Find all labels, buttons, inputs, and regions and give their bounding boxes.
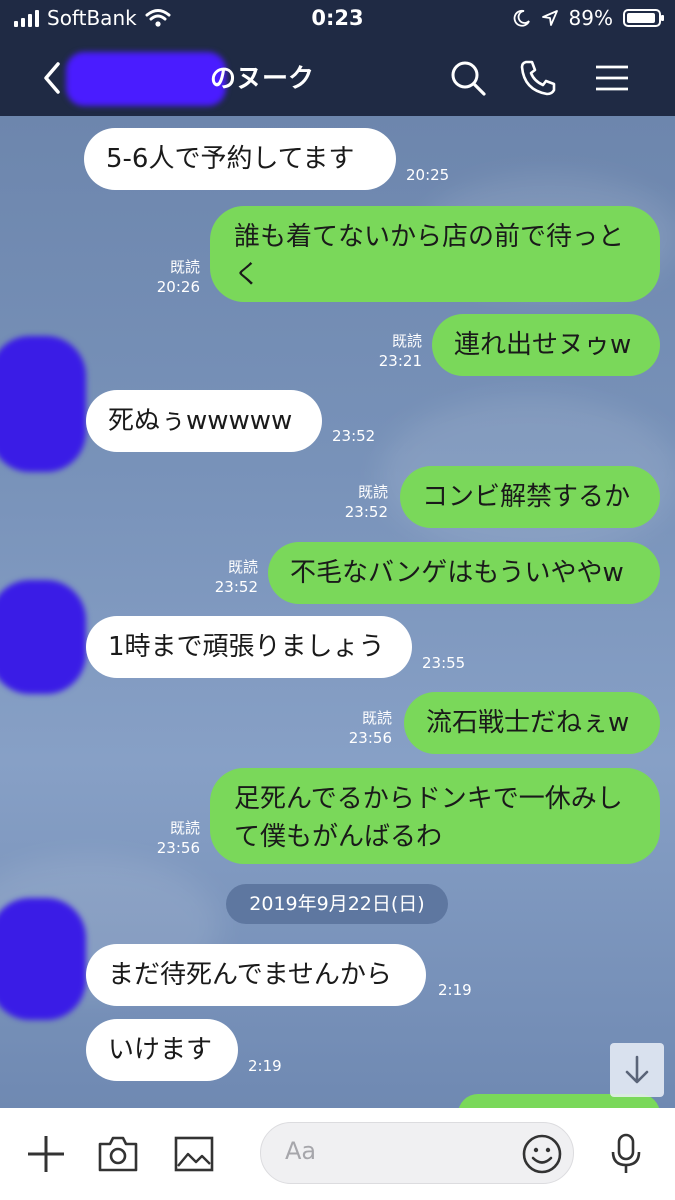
message-text: 流石戦士だねぇw xyxy=(426,708,630,738)
message-text: コンビ解禁するか xyxy=(422,482,631,512)
message-time: 23:56 xyxy=(348,729,392,747)
chat-area[interactable]: 5-6人で予約してます 20:25 既読 20:26 誰も着てないから店の前で待… xyxy=(0,116,675,1108)
location-icon xyxy=(541,10,558,26)
read-receipt: 既読 xyxy=(169,819,200,837)
message-time: 20:25 xyxy=(406,166,450,184)
read-receipt: 既読 xyxy=(169,258,200,276)
message-text: 5-6人で予約してます xyxy=(106,144,355,174)
menu-icon[interactable] xyxy=(590,56,634,100)
scroll-down-button[interactable] xyxy=(610,1043,664,1097)
message-time: 20:26 xyxy=(156,278,200,296)
message-time: 23:21 xyxy=(378,352,422,370)
message-bubble[interactable]: 死ぬぅwwwww xyxy=(86,390,322,452)
message-text: 死ぬぅwwwww xyxy=(108,406,293,436)
battery-icon xyxy=(623,9,664,27)
message-bubble[interactable]: 1時まで頑張りましょう xyxy=(86,616,412,678)
message-bubble[interactable]: 不毛なバンゲはもういややw xyxy=(268,542,660,604)
status-bar: SoftBank 0:23 89% xyxy=(0,0,675,40)
message-bubble[interactable]: いけます xyxy=(86,1019,238,1081)
chat-header: のヌーク xyxy=(0,40,675,116)
message-text: 足死んでるからドンキで一休みして僕もがんばるわ xyxy=(234,784,623,852)
battery-percent: 89% xyxy=(568,6,613,30)
message-bubble[interactable]: 連れ出せヌゥw xyxy=(432,314,660,376)
read-receipt: 既読 xyxy=(357,483,388,501)
message-time: 23:56 xyxy=(156,839,200,857)
mic-icon[interactable] xyxy=(604,1132,648,1176)
message-text: 連れ出せヌゥw xyxy=(454,330,632,360)
message-time: 23:52 xyxy=(332,427,376,445)
message-text: まだ待死んでませんから xyxy=(108,960,392,990)
message-text: いけます xyxy=(108,1035,213,1065)
message-text: 1時まで頑張りましょう xyxy=(108,632,385,662)
search-icon[interactable] xyxy=(446,56,490,100)
message-text: 誰も着てないから店の前で待っとく xyxy=(234,222,625,290)
message-time: 23:55 xyxy=(422,654,466,672)
composer-bar: Aa xyxy=(0,1108,675,1200)
avatar[interactable] xyxy=(0,336,86,472)
date-separator: 2019年9月22日(日) xyxy=(226,884,448,924)
moon-icon xyxy=(513,9,530,27)
message-bubble[interactable]: 5-6人で予約してます xyxy=(84,128,396,190)
redacted-name xyxy=(66,52,226,106)
message-bubble[interactable]: 足死んでるからドンキで一休みして僕もがんばるわ xyxy=(210,768,660,864)
scroll-down-icon xyxy=(625,1055,649,1084)
message-time: 23:52 xyxy=(214,578,258,596)
message-bubble[interactable]: 誰も着てないから店の前で待っとく xyxy=(210,206,660,302)
message-bubble[interactable]: まだ待死んでませんから xyxy=(86,944,426,1006)
message-time: 2:19 xyxy=(248,1057,282,1075)
plus-icon[interactable] xyxy=(24,1132,68,1176)
message-bubble[interactable]: コンビ解禁するか xyxy=(400,466,660,528)
message-input-placeholder: Aa xyxy=(285,1137,317,1165)
message-time: 23:52 xyxy=(344,503,388,521)
read-receipt: 既読 xyxy=(361,709,392,727)
message-time: 2:19 xyxy=(438,981,472,999)
avatar[interactable] xyxy=(0,580,86,694)
status-right: 89% xyxy=(513,6,664,30)
message-text: 不毛なバンゲはもういややw xyxy=(290,558,624,588)
read-receipt: 既読 xyxy=(391,332,422,350)
avatar[interactable] xyxy=(0,898,86,1020)
phone-icon[interactable] xyxy=(516,56,560,100)
chat-title: のヌーク xyxy=(210,64,315,94)
camera-icon[interactable] xyxy=(96,1132,140,1176)
message-bubble[interactable]: 流石戦士だねぇw xyxy=(404,692,660,754)
read-receipt: 既読 xyxy=(227,558,258,576)
image-icon[interactable] xyxy=(172,1132,216,1176)
emoji-icon[interactable] xyxy=(520,1132,564,1176)
